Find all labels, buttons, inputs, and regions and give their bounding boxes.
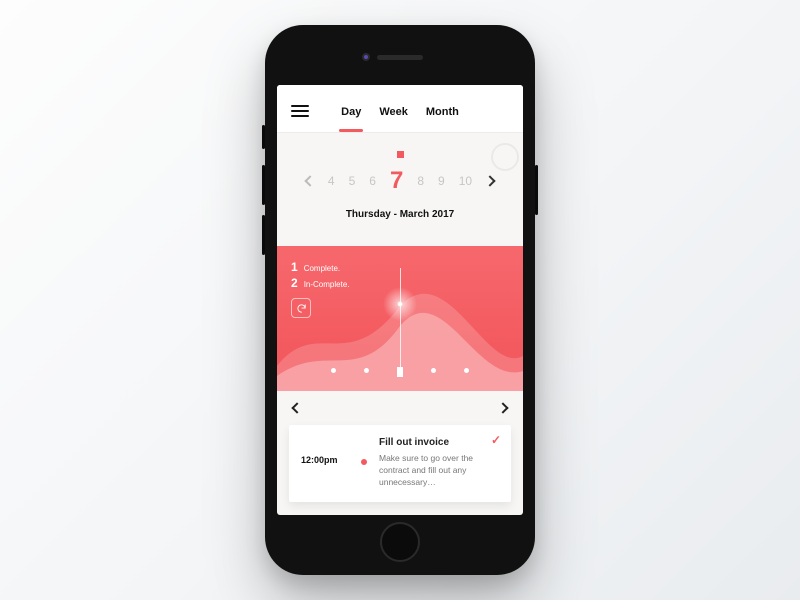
task-area: ✓ 12:00pm Fill out invoice Make sure to … bbox=[277, 391, 523, 512]
phone-side-button bbox=[262, 215, 265, 255]
timeline-glow-icon bbox=[380, 284, 420, 324]
phone-side-button bbox=[262, 165, 265, 205]
next-day-button[interactable] bbox=[484, 175, 495, 186]
check-icon[interactable]: ✓ bbox=[491, 433, 501, 447]
today-marker-icon bbox=[397, 151, 404, 158]
day-cell[interactable]: 5 bbox=[349, 174, 356, 188]
task-time: 12:00pm bbox=[301, 437, 349, 488]
day-cell[interactable]: 10 bbox=[459, 174, 472, 188]
timeline-dot[interactable] bbox=[397, 368, 402, 373]
phone-camera bbox=[362, 53, 370, 61]
timeline-dot[interactable] bbox=[331, 368, 336, 373]
date-strip: 4 5 6 7 8 9 10 Thursday - March 2017 bbox=[277, 132, 523, 230]
task-nav bbox=[277, 391, 523, 425]
tab-day[interactable]: Day bbox=[341, 106, 361, 122]
decorative-circle bbox=[491, 143, 519, 171]
timeline-dots bbox=[277, 368, 523, 373]
app-header: Day Week Month bbox=[277, 85, 523, 132]
task-body: Fill out invoice Make sure to go over th… bbox=[379, 437, 499, 488]
day-cell[interactable]: 8 bbox=[417, 174, 424, 188]
date-caption: Thursday - March 2017 bbox=[291, 209, 509, 220]
task-description: Make sure to go over the contract and fi… bbox=[379, 452, 499, 488]
prev-task-button[interactable] bbox=[291, 402, 302, 413]
next-task-button[interactable] bbox=[497, 402, 508, 413]
task-title: Fill out invoice bbox=[379, 437, 499, 448]
timeline-dot[interactable] bbox=[464, 368, 469, 373]
task-bullet-icon bbox=[361, 459, 367, 465]
days-row: 4 5 6 7 8 9 10 bbox=[291, 167, 509, 195]
phone-home-button[interactable] bbox=[380, 522, 420, 562]
phone-side-button bbox=[535, 165, 538, 215]
app-screen: Day Week Month 4 5 6 7 8 9 10 Thursday -… bbox=[277, 85, 523, 515]
activity-panel: 1 Complete. 2 In-Complete. bbox=[277, 246, 523, 391]
tab-week[interactable]: Week bbox=[379, 106, 408, 122]
task-card[interactable]: ✓ 12:00pm Fill out invoice Make sure to … bbox=[289, 425, 511, 502]
day-cell-selected[interactable]: 7 bbox=[390, 167, 403, 195]
view-tabs: Day Week Month bbox=[341, 106, 459, 132]
menu-icon[interactable] bbox=[291, 105, 309, 117]
prev-day-button[interactable] bbox=[304, 175, 315, 186]
phone-side-button bbox=[262, 125, 265, 149]
day-cell[interactable]: 6 bbox=[369, 174, 376, 188]
tab-month[interactable]: Month bbox=[426, 106, 459, 122]
timeline-dot[interactable] bbox=[431, 368, 436, 373]
day-cell[interactable]: 4 bbox=[328, 174, 335, 188]
timeline-dot[interactable] bbox=[364, 368, 369, 373]
phone-frame: Day Week Month 4 5 6 7 8 9 10 Thursday -… bbox=[265, 25, 535, 575]
day-cell[interactable]: 9 bbox=[438, 174, 445, 188]
